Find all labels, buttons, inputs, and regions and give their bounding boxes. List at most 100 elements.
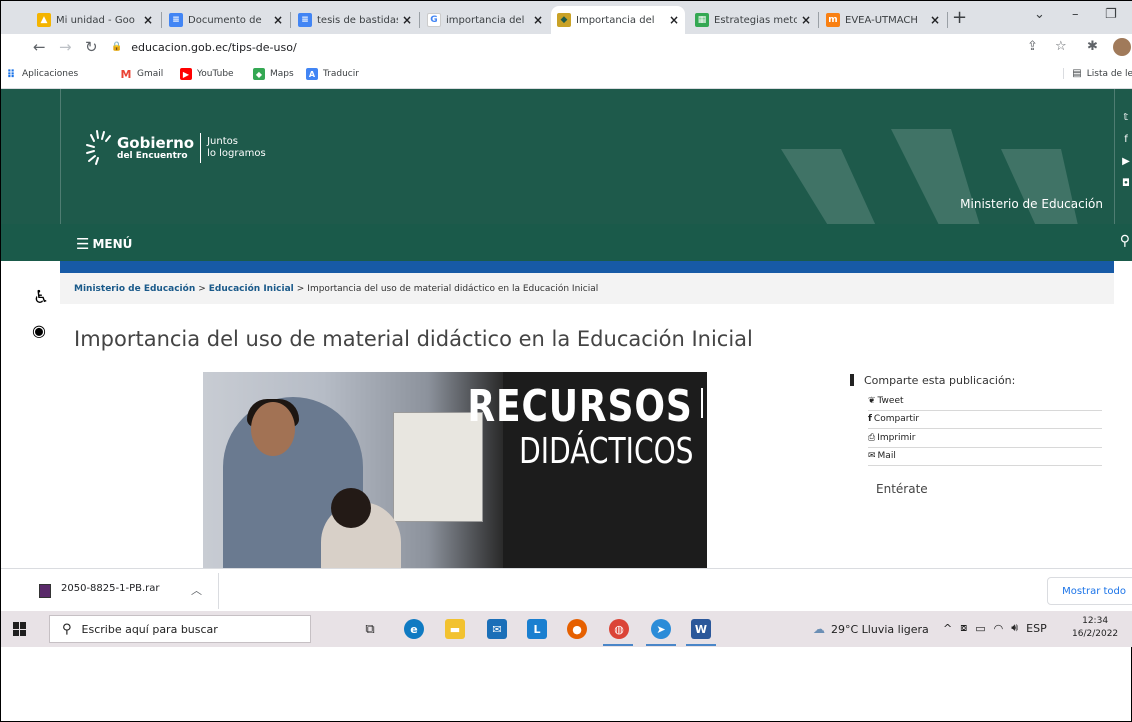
twitter-icon: ❦ <box>868 395 876 406</box>
show-all-downloads-button[interactable]: Mostrar todo <box>1047 577 1132 605</box>
breadcrumb-separator: > <box>198 283 206 294</box>
minimize-button[interactable]: – <box>1072 7 1079 22</box>
tab-search-dropdown-icon[interactable]: ⌄ <box>1034 7 1045 22</box>
menu-label: MENÚ <box>92 237 133 251</box>
bookmark-gmail[interactable]: M Gmail <box>120 68 164 81</box>
youtube-icon[interactable]: ▶ <box>1121 151 1131 173</box>
weather-text: 29°C Lluvia ligera <box>831 622 929 636</box>
close-icon[interactable]: × <box>402 13 412 27</box>
google-drive-icon: ▲ <box>37 13 51 27</box>
twitter-icon[interactable]: 𝕥 <box>1121 107 1131 129</box>
profile-avatar[interactable] <box>1113 38 1131 56</box>
meet-now-icon[interactable]: ⧇ <box>960 621 967 635</box>
weather-widget[interactable]: ☁ 29°C Lluvia ligera <box>813 622 929 636</box>
bookmark-star-icon[interactable]: ☆ <box>1055 39 1067 54</box>
close-icon[interactable]: × <box>930 13 940 27</box>
hamburger-icon: ☰ <box>76 235 90 253</box>
motto-line: Juntos <box>207 136 238 147</box>
back-icon[interactable]: ← <box>33 38 46 56</box>
gobierno-logo[interactable]: Gobierno del Encuentro Juntos lo logramo… <box>85 127 266 169</box>
facebook-icon[interactable]: f <box>1121 129 1131 151</box>
forward-icon[interactable]: → <box>59 38 72 56</box>
reading-list-label: Lista de le <box>1086 68 1132 79</box>
clock-time: 12:34 <box>1082 616 1109 626</box>
tab-estrategias[interactable]: ▦ Estrategias meto × <box>689 6 817 34</box>
bookmark-translate[interactable]: A Traducir <box>306 68 359 80</box>
clock-date: 16/2/2022 <box>1072 629 1119 639</box>
reading-list-icon: ▤ <box>1072 68 1082 79</box>
breadcrumb-link-ministerio[interactable]: Ministerio de Educación <box>74 284 195 294</box>
volume-icon[interactable]: 🔊︎ <box>1011 621 1018 635</box>
tab-importancia-active[interactable]: ◆ Importancia del × <box>551 6 685 34</box>
breadcrumb-link-educacion-inicial[interactable]: Educación Inicial <box>209 284 294 294</box>
screenshot: ▲ Mi unidad - Goo × ≡ Documento de × ≡ t… <box>1 1 1132 647</box>
share-icon[interactable]: ⇪ <box>1027 39 1038 54</box>
share-facebook-link[interactable]: f Compartir <box>868 411 1102 429</box>
search-placeholder: Escribe aquí para buscar <box>81 622 218 636</box>
url-text: educacion.gob.ec/tips-de-uso/ <box>131 40 297 54</box>
moodle-icon: m <box>826 13 840 27</box>
share-label: Imprimir <box>877 432 916 443</box>
wifi-icon[interactable]: ◠ <box>994 622 1004 635</box>
close-icon[interactable]: × <box>273 13 283 27</box>
reading-list[interactable]: ▤ Lista de le <box>1063 68 1132 79</box>
site-search-icon[interactable]: ⚲ <box>1120 233 1130 249</box>
share-mail-link[interactable]: ✉ Mail <box>868 448 1102 466</box>
weather-cloud-icon: ☁ <box>813 622 825 636</box>
youtube-icon: ▶ <box>180 68 192 80</box>
accessibility-icon[interactable]: ♿︎ <box>33 287 49 308</box>
eye-icon[interactable]: ◉ <box>32 321 46 340</box>
share-tweet-link[interactable]: ❦ Tweet <box>868 392 1102 411</box>
tab-tesis[interactable]: ≡ tesis de bastidas × <box>292 6 418 34</box>
word-icon[interactable]: W <box>691 619 711 639</box>
banner-title-line1: RECURSOS <box>467 381 693 432</box>
task-view-icon[interactable]: ⧉ <box>360 619 380 639</box>
close-icon[interactable]: × <box>801 13 811 27</box>
rar-file-icon <box>39 584 51 598</box>
chevron-up-icon[interactable]: ︿ <box>191 582 202 598</box>
maps-icon: ◆ <box>253 68 265 80</box>
tab-evea[interactable]: m EVEA-UTMACH × <box>820 6 946 34</box>
battery-icon[interactable]: ▭ <box>975 622 985 635</box>
mail-app-icon[interactable]: ✉ <box>487 619 507 639</box>
restore-button[interactable]: ❐ <box>1105 7 1117 22</box>
reload-icon[interactable]: ↻ <box>85 38 98 56</box>
download-item[interactable]: 2050-8825-1-PB.rar <box>61 583 160 594</box>
share-list: ❦ Tweet f Compartir ⎙ Imprimir ✉ Mail <box>868 392 1102 466</box>
windows-start-icon[interactable] <box>13 622 27 636</box>
edge-icon[interactable]: e <box>404 619 424 639</box>
logo-wordmark: Gobierno del Encuentro <box>117 135 194 161</box>
tab-title: importancia del <box>446 14 525 26</box>
download-shelf: 2050-8825-1-PB.rar ︿ Mostrar todo <box>1 568 1132 611</box>
new-tab-button[interactable]: + <box>952 7 967 28</box>
share-heading-text: Comparte esta publicación: <box>864 373 1016 387</box>
bookmark-apps[interactable]: ⠿ Aplicaciones <box>5 68 79 81</box>
chrome-icon[interactable]: ◍ <box>609 619 629 639</box>
gobierno-logo-mark-icon <box>86 130 111 165</box>
file-explorer-icon[interactable]: ▬ <box>445 619 465 639</box>
close-icon[interactable]: × <box>143 13 153 27</box>
menu-button[interactable]: ☰ MENÚ <box>76 235 132 253</box>
bookmark-youtube[interactable]: ▶ YouTube <box>180 68 234 80</box>
facebook-icon: f <box>868 414 872 425</box>
app-l-icon[interactable]: L <box>527 619 547 639</box>
tab-importancia-search[interactable]: G importancia del × <box>421 6 549 34</box>
instagram-icon[interactable]: ◘ <box>1121 173 1131 195</box>
tab-documento[interactable]: ≡ Documento de × <box>163 6 289 34</box>
chevron-up-icon[interactable]: ^ <box>943 622 952 635</box>
extensions-icon[interactable]: ✱ <box>1087 39 1098 54</box>
bookmark-maps[interactable]: ◆ Maps <box>253 68 294 80</box>
close-icon[interactable]: × <box>533 13 543 27</box>
close-icon[interactable]: × <box>669 13 679 27</box>
telegram-icon[interactable]: ➤ <box>651 619 671 639</box>
tab-mi-unidad[interactable]: ▲ Mi unidad - Goo × <box>31 6 159 34</box>
mail-icon: ✉ <box>868 451 876 462</box>
language-indicator[interactable]: ESP <box>1026 622 1047 635</box>
taskbar-clock[interactable]: 12:34 16/2/2022 <box>1072 615 1118 641</box>
address-bar[interactable]: 🔒 educacion.gob.ec/tips-de-uso/ <box>111 37 1111 57</box>
banner-title-line2: DIDÁCTICOS <box>518 431 693 472</box>
taskbar-search-input[interactable]: ⚲ Escribe aquí para buscar <box>49 615 311 643</box>
share-print-link[interactable]: ⎙ Imprimir <box>868 429 1102 448</box>
print-icon: ⎙ <box>868 432 876 443</box>
firefox-icon[interactable]: ● <box>567 619 587 639</box>
